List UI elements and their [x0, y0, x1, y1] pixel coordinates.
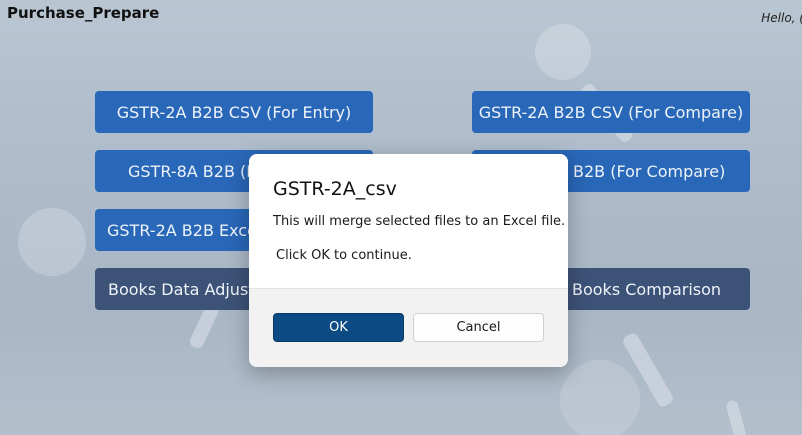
ok-button[interactable]: OK [273, 313, 404, 342]
dialog-title: GSTR-2A_csv [273, 178, 397, 200]
background-decoration [560, 360, 640, 435]
background-decoration [725, 399, 747, 435]
user-greeting: Hello, ( [761, 11, 802, 25]
gstr2a-b2b-csv-compare-button[interactable]: GSTR-2A B2B CSV (For Compare) [472, 91, 750, 133]
dialog-message: This will merge selected files to an Exc… [273, 214, 566, 229]
gstr2a-b2b-csv-entry-button[interactable]: GSTR-2A B2B CSV (For Entry) [95, 91, 373, 133]
dialog-footer: OK Cancel [249, 288, 568, 367]
cancel-button[interactable]: Cancel [413, 313, 544, 342]
dialog-body: GSTR-2A_csv This will merge selected fil… [249, 154, 568, 289]
app-title: Purchase_Prepare [7, 4, 160, 22]
dialog-message-continue: Click OK to continue. [276, 248, 412, 263]
confirm-dialog: GSTR-2A_csv This will merge selected fil… [249, 154, 568, 367]
background-decoration [18, 208, 86, 276]
app-window: Purchase_Prepare Hello, ( GSTR-2A B2B CS… [0, 0, 802, 435]
background-decoration [535, 24, 591, 80]
